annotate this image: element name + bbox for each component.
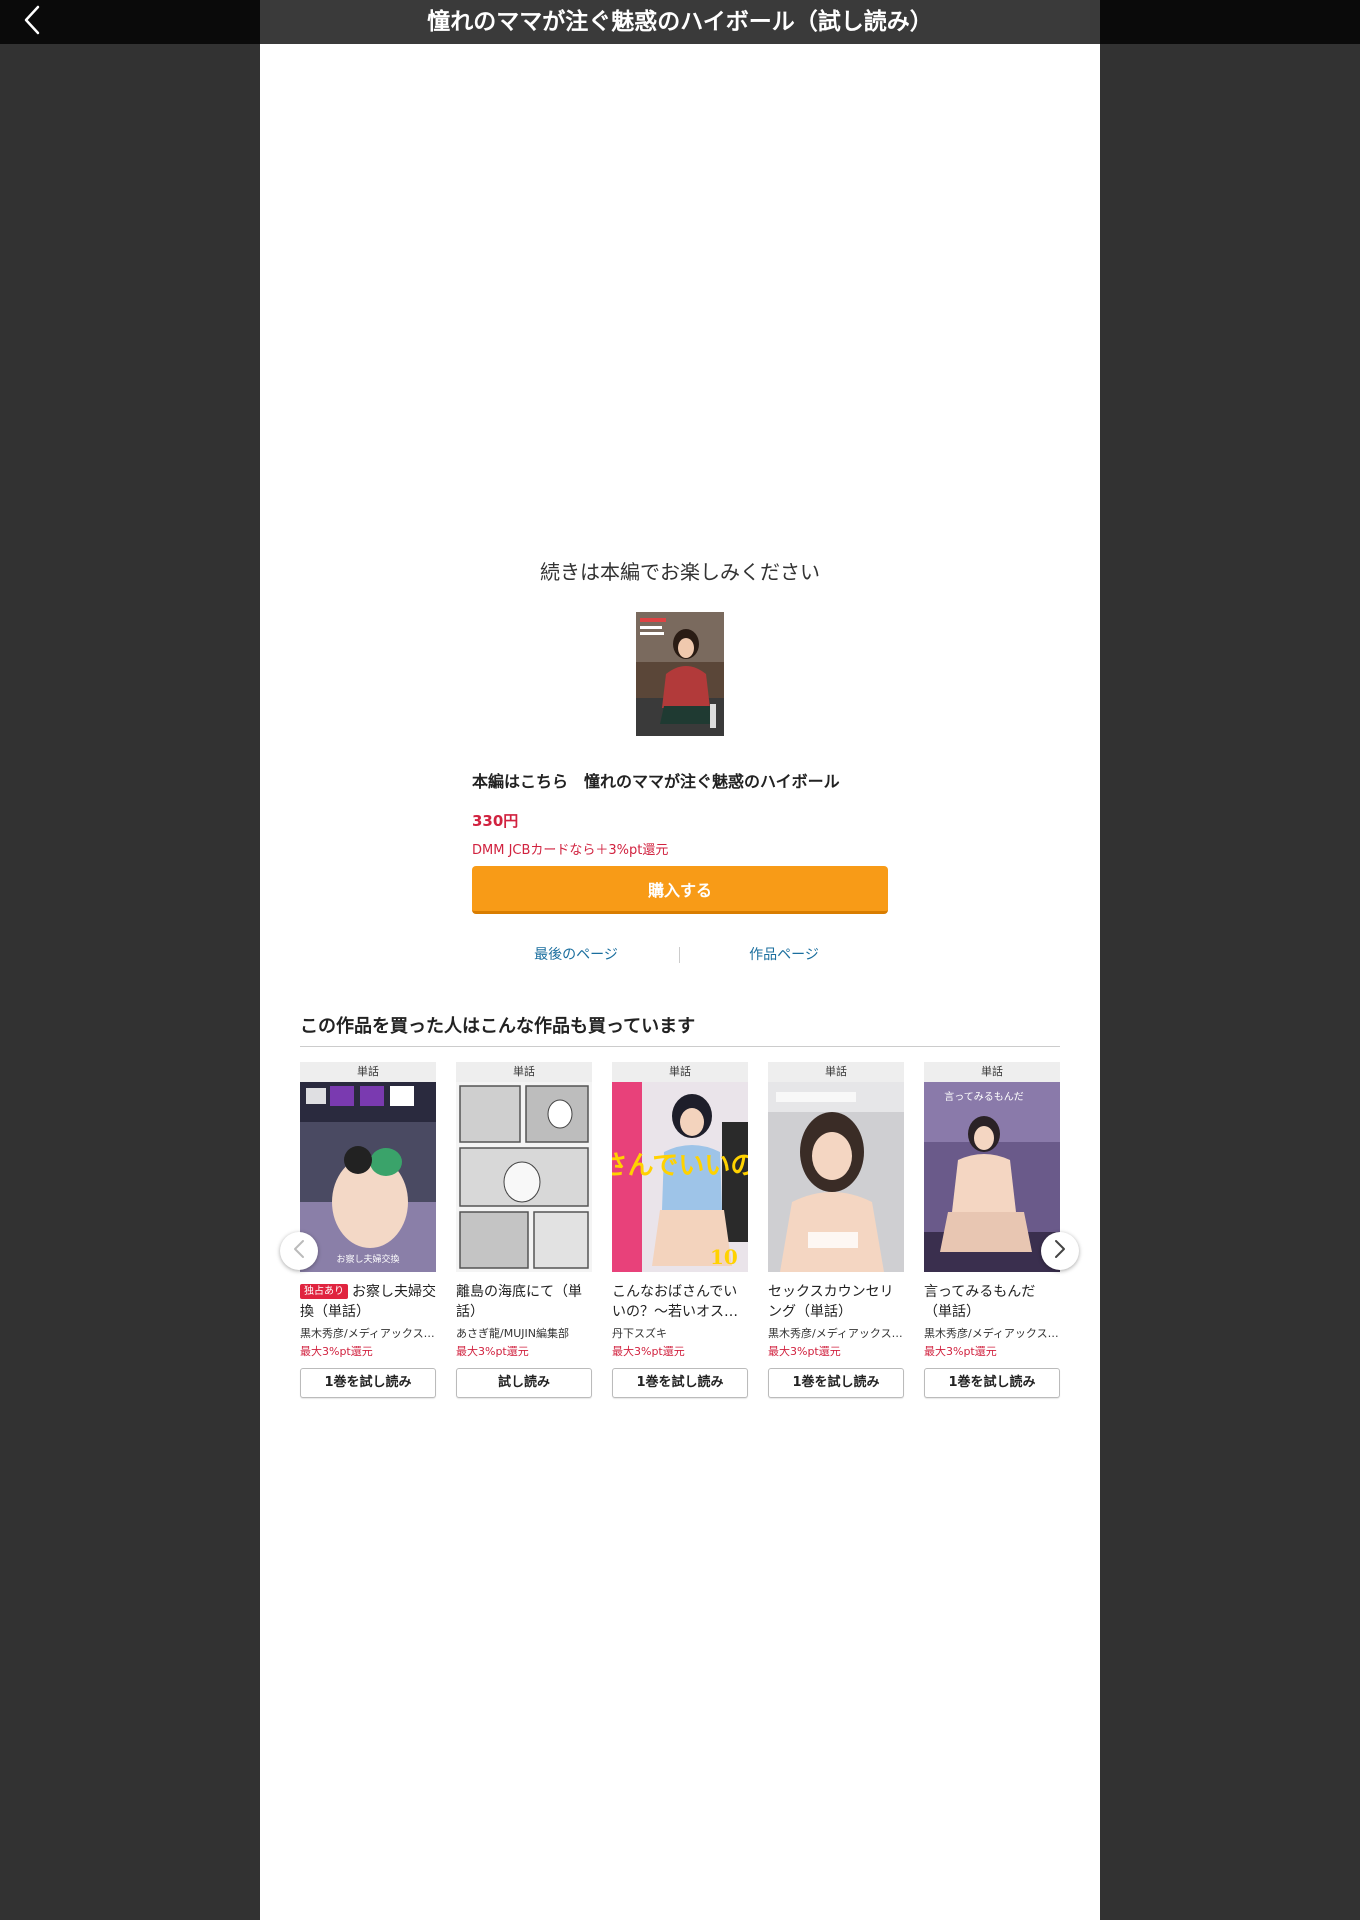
trial-read-button[interactable]: 1巻を試し読み bbox=[768, 1368, 904, 1398]
recommendation-card[interactable]: 単話 離島の海底にて（単話） あさぎ龍/MUJIN編集部 最大3%pt還元 試し… bbox=[456, 1062, 592, 1398]
work-title[interactable]: こんなおばさんでいいの？〜若いオス… bbox=[612, 1282, 748, 1322]
point-return: 最大3%pt還元 bbox=[768, 1345, 841, 1358]
page-title: 憧れのママが注ぐ魅惑のハイボール（試し読み） bbox=[427, 9, 933, 35]
cover-title-text: こんなおばさんでいいの？ bbox=[612, 1151, 748, 1181]
top-bar: 憧れのママが注ぐ魅惑のハイボール（試し読み） bbox=[0, 0, 1360, 44]
work-title[interactable]: 言ってみるもんだ（単話） bbox=[924, 1282, 1060, 1322]
work-cover[interactable] bbox=[768, 1082, 904, 1272]
work-cover[interactable]: お察し夫婦交換 bbox=[300, 1082, 436, 1272]
work-title[interactable]: セックスカウンセリング（単話） bbox=[768, 1282, 904, 1322]
chevron-left-icon bbox=[293, 1239, 305, 1263]
recommendation-card[interactable]: 単話 言ってみるもんだ 言ってみるもんだ（単話） 黒木秀彦/メディアックス… 最… bbox=[924, 1062, 1060, 1398]
work-title[interactable]: 独占あり お察し夫婦交換（単話） bbox=[300, 1282, 436, 1322]
main-work-cover[interactable] bbox=[636, 612, 724, 736]
exclusive-badge: 独占あり bbox=[300, 1284, 348, 1299]
point-return: 最大3%pt還元 bbox=[612, 1345, 685, 1358]
main-work-title: 本編はこちら 憧れのママが注ぐ魅惑のハイボール bbox=[472, 772, 840, 791]
point-return: 最大3%pt還元 bbox=[924, 1345, 997, 1358]
work-type-label: 単話 bbox=[456, 1062, 592, 1082]
trial-read-button[interactable]: 1巻を試し読み bbox=[612, 1368, 748, 1398]
work-cover[interactable]: 言ってみるもんだ bbox=[924, 1082, 1060, 1272]
svg-text:10: 10 bbox=[710, 1245, 738, 1269]
trial-read-button[interactable]: 1巻を試し読み bbox=[300, 1368, 436, 1398]
purchase-info: 本編はこちら 憧れのママが注ぐ魅惑のハイボール 330円 DMM JCBカードな… bbox=[472, 768, 888, 858]
work-author: 丹下スズキ bbox=[612, 1327, 667, 1340]
back-button[interactable] bbox=[14, 4, 50, 40]
recommendation-carousel: 単話 お察し夫婦交換 独占あり お察し夫婦交換（単話） 黒木秀彦/メディアックス… bbox=[280, 1062, 1079, 1462]
work-title[interactable]: 離島の海底にて（単話） bbox=[456, 1282, 592, 1322]
jcb-point-note: DMM JCBカードなら＋3%pt還元 bbox=[472, 843, 669, 858]
reader-end-panel: 続きは本編でお楽しみください 本編はこちら 憧れのママが注ぐ魅惑のハイボール 3… bbox=[260, 44, 1100, 1920]
work-author: 黒木秀彦/メディアックス… bbox=[924, 1327, 1059, 1340]
work-cover[interactable] bbox=[456, 1082, 592, 1272]
recommendation-card[interactable]: 単話 お察し夫婦交換 独占あり お察し夫婦交換（単話） 黒木秀彦/メディアックス… bbox=[300, 1062, 436, 1398]
trial-read-button[interactable]: 1巻を試し読み bbox=[924, 1368, 1060, 1398]
carousel-next-button[interactable] bbox=[1041, 1232, 1079, 1270]
recommendation-heading: この作品を買った人はこんな作品も買っています bbox=[300, 1012, 1060, 1047]
work-type-label: 単話 bbox=[300, 1062, 436, 1082]
cover-title-text: 言ってみるもんだ bbox=[944, 1090, 1024, 1103]
work-page-link[interactable]: 作品ページ bbox=[680, 944, 888, 964]
end-message: 続きは本編でお楽しみください bbox=[540, 560, 820, 584]
price: 330円 bbox=[472, 812, 519, 830]
point-return: 最大3%pt還元 bbox=[456, 1345, 529, 1358]
carousel-prev-button[interactable] bbox=[280, 1232, 318, 1270]
work-author: 黒木秀彦/メディアックス… bbox=[300, 1327, 435, 1340]
recommendation-card[interactable]: 単話 セックスカウンセリング（単話） 黒木秀彦/メディアックス… 最大3%pt還… bbox=[768, 1062, 904, 1398]
work-cover[interactable]: こんなおばさんでいいの？ 10 bbox=[612, 1082, 748, 1272]
last-page-link[interactable]: 最後のページ bbox=[472, 944, 680, 964]
work-type-label: 単話 bbox=[768, 1062, 904, 1082]
chevron-left-icon bbox=[22, 4, 42, 40]
recommendation-card[interactable]: 単話 こんなおばさんでいいの？ 10 こんなおばさんでいいの？〜若いオス… 丹下… bbox=[612, 1062, 748, 1398]
work-author: あさぎ龍/MUJIN編集部 bbox=[456, 1327, 569, 1340]
work-type-label: 単話 bbox=[924, 1062, 1060, 1082]
work-author: 黒木秀彦/メディアックス… bbox=[768, 1327, 903, 1340]
chevron-right-icon bbox=[1054, 1239, 1066, 1263]
cover-title-text: お察し夫婦交換 bbox=[336, 1253, 399, 1265]
work-type-label: 単話 bbox=[612, 1062, 748, 1082]
page-links: 最後のページ 作品ページ bbox=[472, 944, 888, 968]
point-return: 最大3%pt還元 bbox=[300, 1345, 373, 1358]
trial-read-button[interactable]: 試し読み bbox=[456, 1368, 592, 1398]
purchase-button[interactable]: 購入する bbox=[472, 866, 888, 914]
